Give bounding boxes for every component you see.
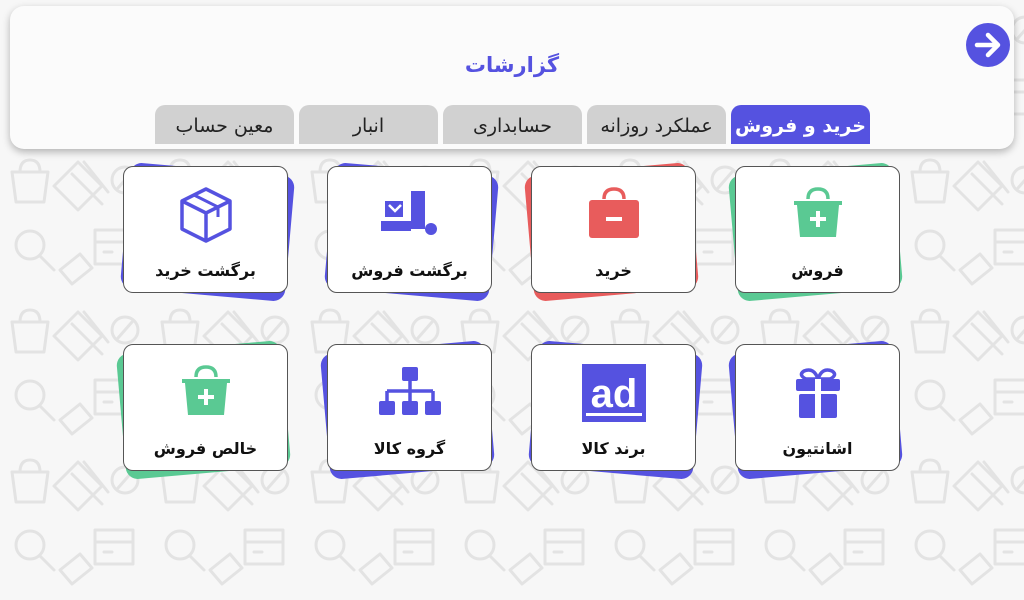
tile-gift[interactable]: اشانتیون: [727, 340, 910, 484]
tile-card[interactable]: اشانتیون: [735, 344, 900, 471]
tile-card[interactable]: فروش: [735, 166, 900, 293]
ad-icon: ad: [581, 364, 646, 422]
tab-accounting[interactable]: حسابداری: [443, 105, 582, 144]
tile-sales[interactable]: فروش: [727, 162, 910, 306]
tile-card[interactable]: ad برند کالا: [531, 344, 696, 471]
tile-net-sales[interactable]: خالص فروش: [115, 340, 298, 484]
tile-brand[interactable]: ad برند کالا: [527, 340, 706, 484]
tile-purchase[interactable]: خرید: [523, 162, 706, 306]
tile-card[interactable]: خالص فروش: [123, 344, 288, 471]
box-icon: [179, 187, 232, 243]
sitemap-icon: [378, 367, 441, 415]
tile-card[interactable]: برگشت فروش: [327, 166, 492, 293]
gift-icon: [795, 368, 840, 418]
tile-card[interactable]: گروه کالا: [327, 344, 492, 471]
tile-label: گروه کالا: [373, 439, 446, 458]
hand-truck-return-icon: [380, 191, 437, 235]
tile-label: برگشت خرید: [155, 261, 256, 280]
tile-purchase-return[interactable]: برگشت خرید: [119, 162, 298, 306]
tile-card[interactable]: خرید: [531, 166, 696, 293]
tile-label: خالص فروش: [153, 439, 258, 458]
tile-label: برگشت فروش: [351, 261, 468, 280]
tile-label: خرید: [595, 261, 632, 280]
tile-label: اشانتیون: [782, 439, 853, 458]
tile-product-group[interactable]: گروه کالا: [319, 340, 502, 484]
tile-label: فروش: [791, 261, 844, 280]
tile-label: برند کالا: [581, 439, 646, 458]
tile-card[interactable]: برگشت خرید: [123, 166, 288, 293]
tab-warehouse[interactable]: انبار: [299, 105, 438, 144]
tile-sales-return[interactable]: برگشت فروش: [323, 162, 502, 306]
shopping-bag-plus-icon: [793, 187, 842, 237]
tab-buy-sell[interactable]: خرید و فروش: [731, 105, 870, 144]
tab-daily-performance[interactable]: عملکرد روزانه: [587, 105, 726, 144]
tab-ledger-account[interactable]: معین حساب: [155, 105, 294, 144]
shopping-bag-minus-icon: [588, 187, 639, 238]
svg-text:ad: ad: [590, 372, 637, 416]
page-title: گزارشات: [464, 53, 560, 77]
shopping-bag-plus-icon: [181, 365, 230, 415]
